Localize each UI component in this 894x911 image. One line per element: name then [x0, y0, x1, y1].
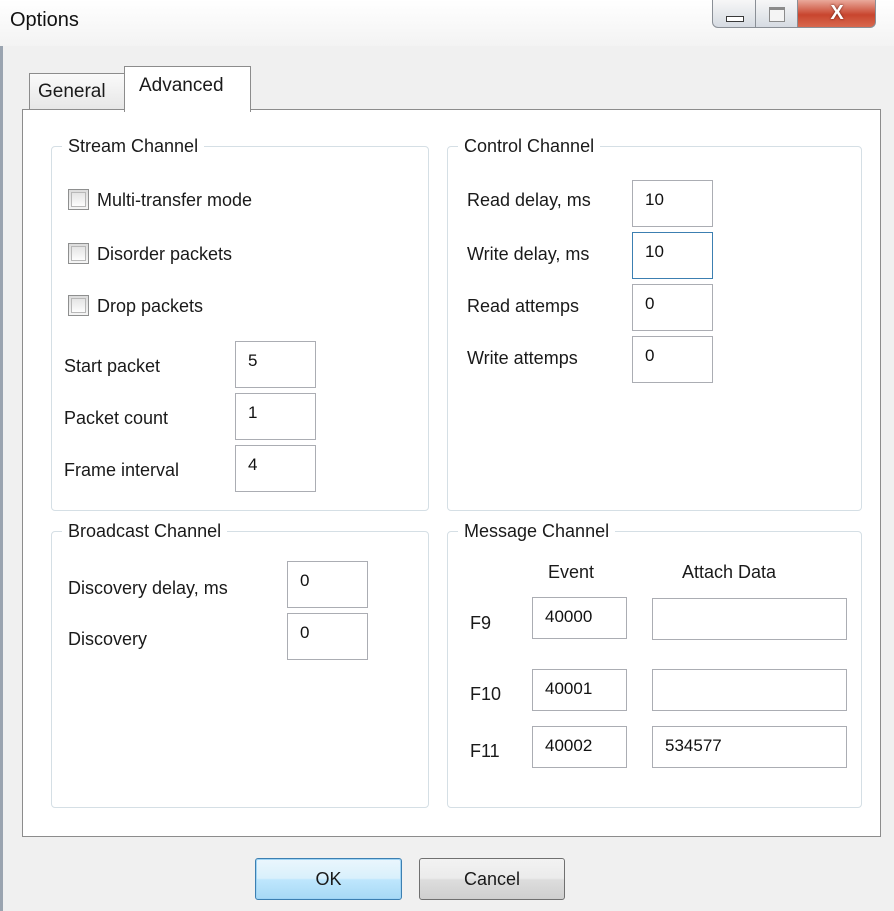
f10-event-input[interactable]: 40001 — [532, 669, 627, 711]
discovery-delay-label: Discovery delay, ms — [68, 578, 228, 598]
broadcast-channel-group: Broadcast Channel Discovery delay, ms 0 … — [51, 519, 429, 808]
frame-interval-label: Frame interval — [64, 460, 180, 480]
read-delay-label: Read delay, ms — [467, 190, 591, 210]
stream-channel-group: Stream Channel Multi-transfer mode Disor… — [51, 134, 429, 511]
f10-attach-data-input[interactable] — [652, 669, 847, 711]
f11-event-input[interactable]: 40002 — [532, 726, 627, 768]
discovery-input[interactable]: 0 — [287, 613, 368, 660]
cancel-button[interactable]: Cancel — [419, 858, 565, 900]
f9-event-input[interactable]: 40000 — [532, 597, 627, 639]
maximize-button[interactable] — [756, 0, 798, 28]
frame-interval-input[interactable]: 4 — [235, 445, 316, 492]
message-row-key: F11 — [470, 741, 500, 761]
disorder-packets-checkbox[interactable] — [68, 243, 89, 264]
f11-attach-data-input[interactable]: 534577 — [652, 726, 847, 768]
close-button[interactable]: X — [798, 0, 876, 28]
start-packet-label: Start packet — [64, 356, 161, 376]
close-icon: X — [830, 2, 844, 24]
broadcast-channel-title: Broadcast Channel — [62, 519, 228, 543]
discovery-delay-input[interactable]: 0 — [287, 561, 368, 608]
minimize-button[interactable] — [712, 0, 756, 28]
attach-data-column-header: Attach Data — [682, 562, 777, 582]
window-controls: X — [712, 0, 876, 30]
read-delay-input[interactable]: 10 — [632, 180, 713, 227]
discovery-label: Discovery — [68, 629, 148, 649]
message-channel-title: Message Channel — [458, 519, 616, 543]
tab-advanced[interactable]: Advanced — [124, 66, 251, 112]
tab-panel-advanced: Stream Channel Multi-transfer mode Disor… — [22, 109, 881, 837]
write-delay-label: Write delay, ms — [467, 244, 590, 264]
drop-packets-checkbox[interactable] — [68, 295, 89, 316]
window-title: Options — [10, 9, 79, 31]
control-channel-group: Control Channel Read delay, ms 10 Write … — [447, 134, 862, 511]
multi-transfer-checkbox[interactable] — [68, 189, 89, 210]
read-attemps-input[interactable]: 0 — [632, 284, 713, 331]
multi-transfer-label[interactable]: Multi-transfer mode — [97, 189, 252, 211]
write-attemps-input[interactable]: 0 — [632, 336, 713, 383]
read-attemps-label: Read attemps — [467, 296, 580, 316]
event-column-header: Event — [548, 562, 595, 582]
message-row-key: F10 — [470, 684, 502, 704]
window-left-edge — [0, 46, 3, 911]
disorder-packets-label[interactable]: Disorder packets — [97, 243, 232, 265]
message-row-key: F9 — [470, 613, 492, 633]
packet-count-input[interactable]: 1 — [235, 393, 316, 440]
ok-button[interactable]: OK — [255, 858, 402, 900]
packet-count-label: Packet count — [64, 408, 169, 428]
write-delay-input[interactable]: 10 — [632, 232, 713, 279]
stream-channel-title: Stream Channel — [62, 134, 205, 158]
tab-general[interactable]: General — [29, 73, 125, 110]
drop-packets-label[interactable]: Drop packets — [97, 295, 203, 317]
f9-attach-data-input[interactable] — [652, 598, 847, 640]
title-bar[interactable]: Options X — [0, 0, 894, 46]
write-attemps-label: Write attemps — [467, 348, 578, 368]
start-packet-input[interactable]: 5 — [235, 341, 316, 388]
minimize-icon — [726, 16, 744, 22]
maximize-icon — [769, 7, 785, 22]
control-channel-title: Control Channel — [458, 134, 601, 158]
message-channel-group: Message Channel Event Attach Data F9 400… — [447, 519, 862, 808]
